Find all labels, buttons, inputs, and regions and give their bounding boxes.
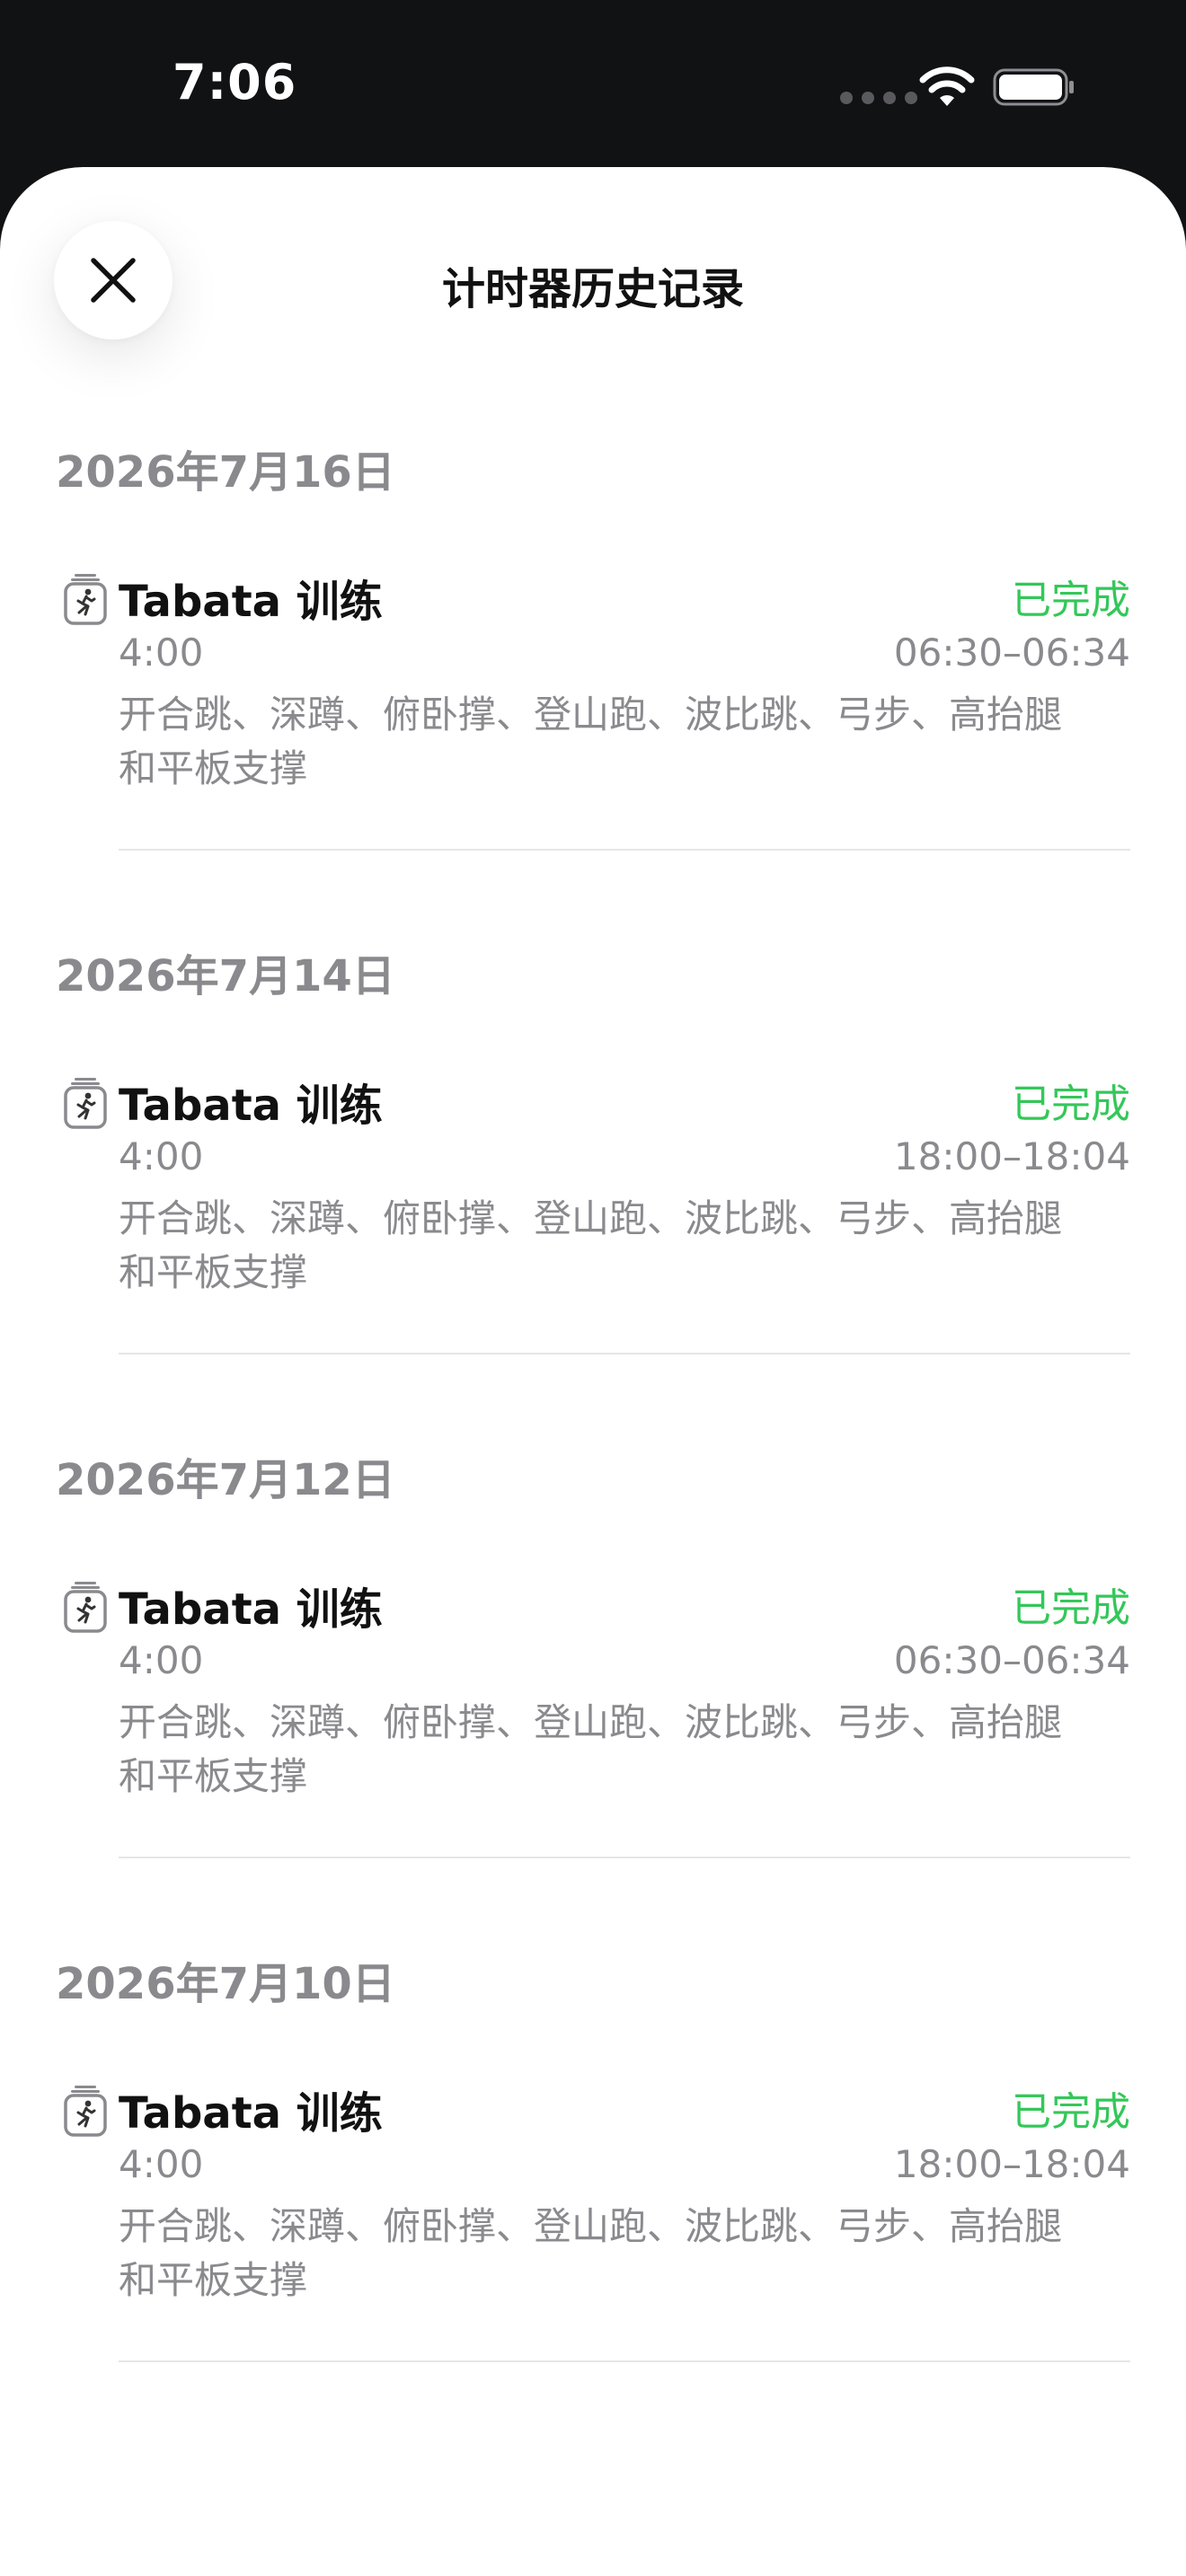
status-badge: 已完成 bbox=[1012, 1585, 1130, 1631]
divider bbox=[119, 2360, 1130, 2362]
status-time: 7:06 bbox=[173, 54, 297, 110]
cellular-signal-icon bbox=[840, 92, 917, 104]
timer-runner-icon bbox=[64, 1078, 107, 1129]
history-entry[interactable]: Tabata 训练 已完成 4:00 06:30–06:34 开合跳、深蹲、俯卧… bbox=[0, 562, 1186, 851]
page-title: 计时器历史记录 bbox=[441, 264, 744, 314]
entry-time-range: 06:30–06:34 bbox=[893, 631, 1130, 675]
entry-exercises: 开合跳、深蹲、俯卧撑、登山跑、波比跳、弓步、高抬腿和平板支撑 bbox=[119, 693, 1063, 790]
history-sheet: 计时器历史记录 2026年7月16日 Tabata 训练 已完成 4:00 06… bbox=[0, 167, 1186, 2576]
divider bbox=[119, 849, 1130, 851]
entry-duration: 4:00 bbox=[119, 631, 204, 675]
entry-title: Tabata 训练 bbox=[119, 1584, 383, 1635]
timer-runner-icon bbox=[64, 1582, 107, 1633]
wifi-icon bbox=[919, 66, 975, 106]
history-entry[interactable]: Tabata 训练 已完成 4:00 06:30–06:34 开合跳、深蹲、俯卧… bbox=[0, 1570, 1186, 1858]
battery-icon bbox=[993, 68, 1074, 106]
screen: 7:06 计时器历史记录 2026年7月16日 Tabata 训练 已完成 4:… bbox=[0, 0, 1186, 2576]
history-entry[interactable]: Tabata 训练 已完成 4:00 18:00–18:04 开合跳、深蹲、俯卧… bbox=[0, 2074, 1186, 2362]
status-bar: 7:06 bbox=[0, 0, 1186, 167]
status-badge: 已完成 bbox=[1012, 1081, 1130, 1127]
entry-exercises: 开合跳、深蹲、俯卧撑、登山跑、波比跳、弓步、高抬腿和平板支撑 bbox=[119, 1196, 1063, 1294]
section-date: 2026年7月14日 bbox=[56, 951, 395, 1001]
entry-duration: 4:00 bbox=[119, 1134, 204, 1178]
divider bbox=[119, 1857, 1130, 1858]
history-section: 2026年7月14日 Tabata 训练 已完成 4:00 18:00–18:0… bbox=[0, 940, 1186, 1444]
entry-time-range: 06:30–06:34 bbox=[893, 1638, 1130, 1682]
timer-runner-icon bbox=[64, 2086, 107, 2137]
entry-exercises: 开合跳、深蹲、俯卧撑、登山跑、波比跳、弓步、高抬腿和平板支撑 bbox=[119, 1700, 1063, 1798]
section-date: 2026年7月16日 bbox=[56, 447, 395, 498]
status-badge: 已完成 bbox=[1012, 578, 1130, 623]
status-badge: 已完成 bbox=[1012, 2089, 1130, 2135]
entry-time-range: 18:00–18:04 bbox=[893, 2142, 1130, 2186]
entry-title: Tabata 训练 bbox=[119, 2088, 383, 2139]
section-date: 2026年7月10日 bbox=[56, 1959, 395, 2009]
entry-time-range: 18:00–18:04 bbox=[893, 1134, 1130, 1178]
entry-duration: 4:00 bbox=[119, 2142, 204, 2186]
history-section: 2026年7月12日 Tabata 训练 已完成 4:00 06:30–06:3… bbox=[0, 1444, 1186, 1948]
history-section: 2026年7月10日 Tabata 训练 已完成 4:00 18:00–18:0… bbox=[0, 1948, 1186, 2452]
history-entry[interactable]: Tabata 训练 已完成 4:00 18:00–18:04 开合跳、深蹲、俯卧… bbox=[0, 1066, 1186, 1354]
entry-title: Tabata 训练 bbox=[119, 1081, 383, 1131]
entry-exercises: 开合跳、深蹲、俯卧撑、登山跑、波比跳、弓步、高抬腿和平板支撑 bbox=[119, 2204, 1063, 2302]
section-date: 2026年7月12日 bbox=[56, 1455, 395, 1505]
divider bbox=[119, 1353, 1130, 1354]
timer-runner-icon bbox=[64, 574, 107, 625]
history-section: 2026年7月16日 Tabata 训练 已完成 4:00 06:30–06:3… bbox=[0, 437, 1186, 940]
history-list: 2026年7月16日 Tabata 训练 已完成 4:00 06:30–06:3… bbox=[0, 437, 1186, 2452]
entry-title: Tabata 训练 bbox=[119, 577, 383, 627]
entry-duration: 4:00 bbox=[119, 1638, 204, 1682]
